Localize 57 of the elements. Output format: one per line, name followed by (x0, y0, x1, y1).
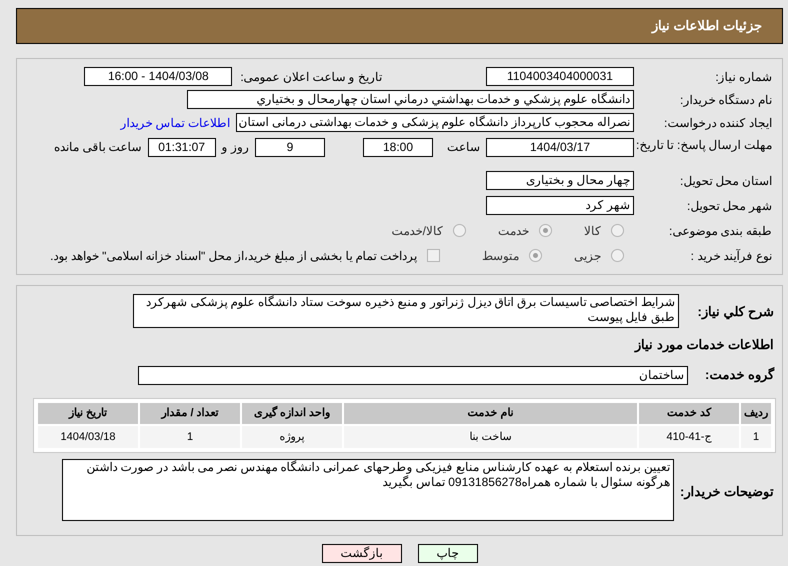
description-box[interactable]: شرایط اختصاصی تاسیسات برق اتاق دیزل ژنراتور و منبع ذخیره سوخت ستاد دانشگاه علوم پزشکی شهرکرد طبق فایل پیوست (133, 294, 679, 328)
text-field[interactable]: 1104003404000031 (486, 67, 634, 86)
checkbox[interactable] (427, 249, 440, 262)
text-field[interactable]: 01:31:07 (148, 138, 216, 157)
radio-button[interactable] (529, 249, 542, 262)
back-button[interactable]: بازگشت (322, 544, 402, 563)
field-label: استان محل تحویل: (678, 172, 773, 190)
field-label: روز و (222, 139, 249, 156)
table-cell: پروژه (242, 426, 342, 448)
print-button[interactable]: چاپ (418, 544, 478, 563)
radio-button[interactable] (611, 224, 624, 237)
column-header: کد خدمت (639, 403, 739, 424)
text-field[interactable]: 1404/03/08 - 16:00 (84, 67, 232, 86)
field-label: تاریخ و ساعت اعلان عمومی: (240, 68, 382, 86)
text-field[interactable]: شهر کرد (486, 196, 634, 215)
section-heading: اطلاعات خدمات مورد نياز (635, 336, 775, 354)
page-title: جزئیات اطلاعات نیاز (652, 17, 762, 36)
table-cell: 1 (741, 426, 771, 448)
radio-label: خدمت (498, 222, 529, 240)
text-field[interactable]: ساختمان (138, 366, 688, 384)
text-field[interactable]: چهار محال و بختیاری (486, 171, 634, 190)
field-label: شماره نیاز: (714, 68, 773, 86)
radio-label: کالا/خدمت (392, 222, 443, 240)
table-cell: 1404/03/18 (38, 426, 138, 448)
table-cell: ساخت بنا (344, 426, 637, 448)
contact-link[interactable]: اطلاعات تماس خریدار (120, 114, 230, 132)
text-field[interactable]: 18:00 (363, 138, 433, 157)
field-label: ساعت باقی مانده (54, 139, 142, 156)
radio-button[interactable] (539, 224, 552, 237)
notes-box[interactable]: تعیین برنده استعلام به عهده کارشناس منابع فیزیکی وطرحهای عمرانی دانشگاه مهندس نصر می باشد در صورت داشتن هرگونه سئوال با شماره همراه09131856278 تماس بگیرید (62, 459, 674, 521)
field-label: گروه خدمت: (704, 366, 776, 384)
table-cell: 1 (140, 426, 240, 448)
field-label: ساعت (447, 139, 480, 156)
column-header: تعداد / مقدار (140, 403, 240, 424)
field-label: نام دستگاه خریدار: (678, 92, 773, 108)
field-label: نوع فرآیند خرید : (690, 248, 773, 264)
field-label: شهر محل تحویل: (686, 198, 773, 214)
text-field[interactable]: دانشگاه علوم پزشکي و خدمات بهداشتي درماني استان چهارمحال و بختياري (187, 90, 634, 109)
radio-button[interactable] (453, 224, 466, 237)
payment-note: پرداخت تمام یا بخشی از مبلغ خرید،از محل "اسناد خزانه اسلامی" خواهد بود. (50, 248, 417, 264)
field-label: مهلت ارسال پاسخ: تا تاریخ: (634, 138, 773, 153)
field-label: ایجاد کننده درخواست: (662, 114, 773, 132)
radio-label: کالا (584, 222, 601, 240)
radio-button[interactable] (611, 249, 624, 262)
column-header: نام خدمت (344, 403, 637, 424)
field-label: شرح کلي نياز: (696, 303, 775, 322)
field-label: توضیحات خریدار: (679, 483, 775, 502)
table-cell: ج-41-410 (639, 426, 739, 448)
text-field[interactable]: 9 (255, 138, 325, 157)
column-header: تاریخ نیاز (38, 403, 138, 424)
column-header: ردیف (741, 403, 771, 424)
text-field[interactable]: نصراله محجوب کارپرداز دانشگاه علوم پزشکی و خدمات بهداشتی درمانی استان (236, 113, 634, 132)
column-header: واحد اندازه گیری (242, 403, 342, 424)
radio-label: متوسط (482, 248, 519, 264)
radio-label: جزیی (574, 248, 601, 264)
field-label: طبقه بندی موضوعی: (668, 222, 773, 240)
text-field[interactable]: 1404/03/17 (486, 138, 634, 157)
